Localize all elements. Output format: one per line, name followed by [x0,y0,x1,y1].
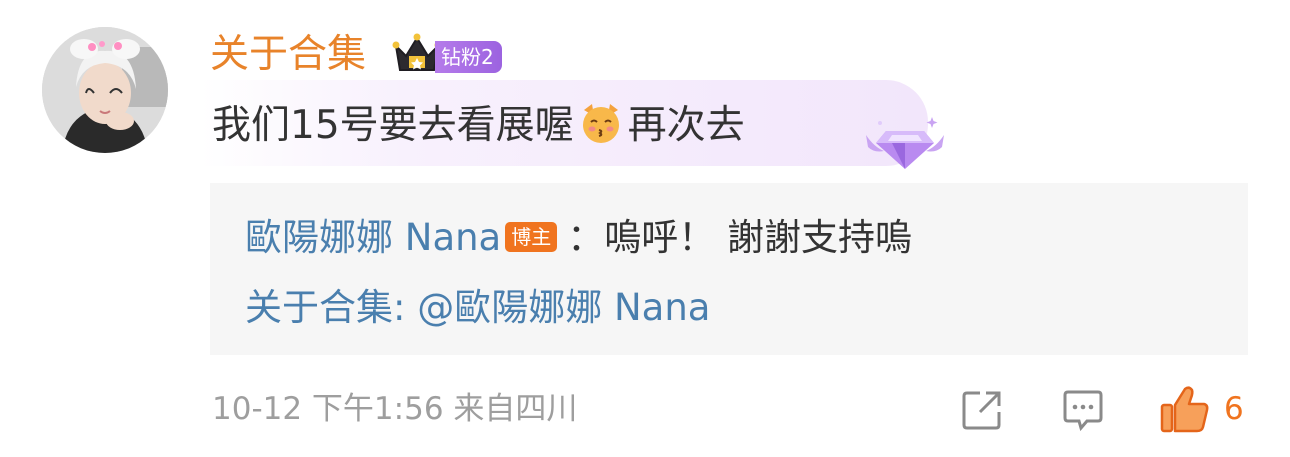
like-count: 6 [1224,391,1244,427]
avatar-photo [42,27,168,153]
reply-line-author: 歐陽娜娜 Nana 博主 ：嗚呼！ 謝謝支持嗚 [245,213,912,263]
reply-line-second: 关于合集: @歐陽娜娜 Nana [245,283,710,333]
diamond-gem-icon [866,117,944,169]
thumbs-up-icon[interactable] [1158,383,1212,437]
diamond-fan-badge[interactable]: 钻粉2 [435,41,502,73]
reply-second-text[interactable]: : @歐陽娜娜 Nana [393,286,710,329]
comment-text-part: 我们15号要去看展喔 [212,103,574,148]
avatar[interactable] [42,27,168,153]
comment-username[interactable]: 关于合集 [210,30,366,80]
comment-meta-timestamp: 10-12 下午1:56 来自四川 [212,391,578,427]
comment-icon[interactable] [1059,386,1107,434]
reply-box[interactable]: 歐陽娜娜 Nana 博主 ：嗚呼！ 謝謝支持嗚 关于合集: @歐陽娜娜 Nana [210,183,1248,355]
comment-text: 我们15号要去看展喔 再次去 [212,100,745,151]
share-icon[interactable] [958,386,1006,434]
reply-author-link[interactable]: 歐陽娜娜 Nana [245,216,501,259]
reply-text: ：嗚呼！ 謝謝支持嗚 [567,216,913,259]
blogger-badge: 博主 [505,222,558,252]
kissing-cat-emoji-icon [578,100,624,146]
reply-second-user-link[interactable]: 关于合集 [245,286,393,329]
comment-text-part: 再次去 [627,103,745,148]
